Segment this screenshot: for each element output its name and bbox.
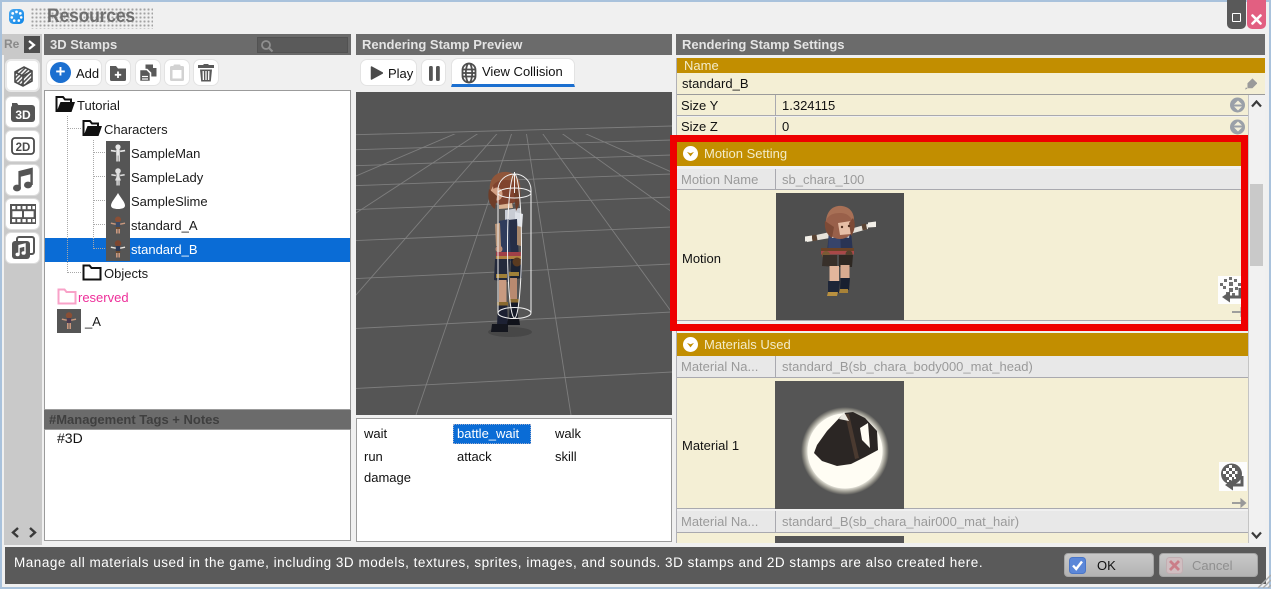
svg-text:3D: 3D: [15, 108, 31, 122]
svg-text:2D: 2D: [15, 142, 30, 154]
